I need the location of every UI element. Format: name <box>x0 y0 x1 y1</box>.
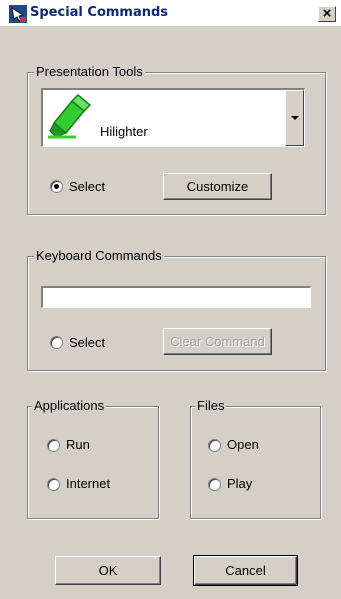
customize-button[interactable]: Customize <box>163 173 272 200</box>
app-icon <box>9 5 27 23</box>
customize-button-label: Customize <box>186 179 249 194</box>
applications-legend: Applications <box>32 398 107 414</box>
dropdown-button[interactable] <box>285 90 304 146</box>
presentation-tool-select[interactable]: Hilighter <box>41 88 305 147</box>
ok-button[interactable]: OK <box>55 556 161 585</box>
internet-radio[interactable] <box>47 478 60 491</box>
open-radio[interactable] <box>208 439 221 452</box>
play-label: Play <box>227 476 253 491</box>
applications-group: Applications <box>27 398 159 519</box>
keyboard-select-radio[interactable] <box>50 336 63 349</box>
clear-command-label: Clear Command <box>170 334 265 349</box>
selected-tool-label: Hilighter <box>100 124 148 139</box>
presentation-tools-legend: Presentation Tools <box>34 64 145 80</box>
title-bar[interactable]: Special Commands × <box>0 0 341 26</box>
presentation-select-label: Select <box>69 179 106 194</box>
chevron-down-icon <box>290 115 299 120</box>
cancel-button[interactable]: Cancel <box>193 555 298 586</box>
keyboard-select-label: Select <box>69 335 106 350</box>
play-radio[interactable] <box>208 478 221 491</box>
special-commands-dialog: Special Commands × Presentation Tools Hi… <box>0 0 341 599</box>
files-legend: Files <box>195 398 227 414</box>
open-label: Open <box>227 437 259 452</box>
internet-label: Internet <box>66 476 111 491</box>
presentation-select-radio[interactable] <box>50 180 63 193</box>
keyboard-commands-legend: Keyboard Commands <box>34 248 164 264</box>
files-group: Files <box>190 398 321 519</box>
close-icon: × <box>322 5 332 22</box>
close-button[interactable]: × <box>318 6 336 22</box>
cancel-button-label: Cancel <box>225 563 266 578</box>
ok-button-label: OK <box>98 563 118 578</box>
run-radio[interactable] <box>47 439 60 452</box>
highlighter-icon <box>48 93 92 139</box>
clear-command-button[interactable]: Clear Command <box>163 328 272 355</box>
run-label: Run <box>66 437 90 452</box>
window-title: Special Commands <box>30 5 169 20</box>
keyboard-command-input[interactable] <box>41 286 311 308</box>
